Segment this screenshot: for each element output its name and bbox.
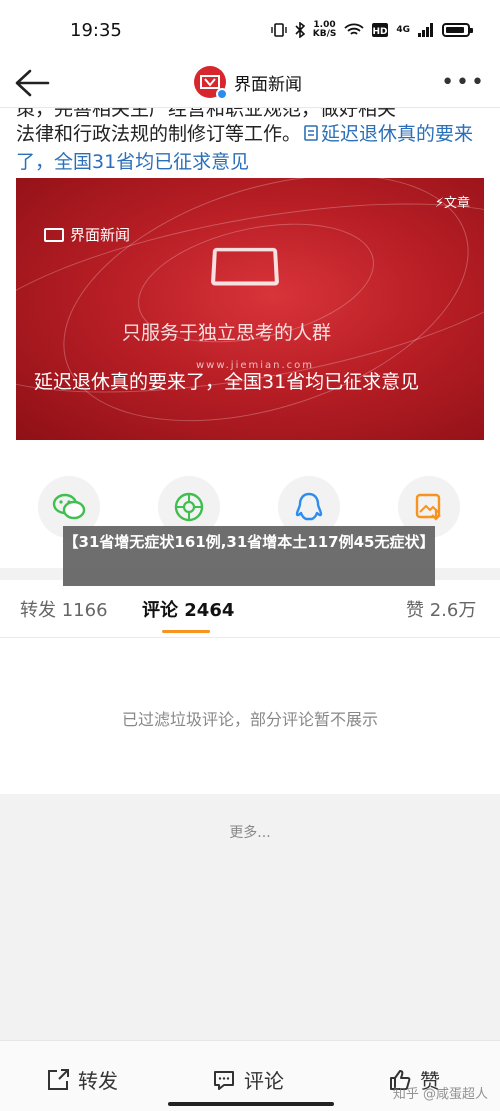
clock: 19:35 — [70, 20, 122, 41]
back-arrow-icon — [15, 69, 50, 97]
active-tab-indicator — [162, 630, 210, 633]
article-tag: ⚡文章 — [435, 192, 470, 211]
interaction-tabs: 转发 1166 评论 2464 赞 2.6万 — [0, 580, 500, 638]
qq-icon — [295, 492, 323, 521]
paragraph-text: 法律和行政法规的制修订等工作。 — [16, 123, 302, 145]
battery-icon — [442, 23, 473, 37]
tab-comment[interactable]: 评论 2464 — [142, 596, 234, 622]
article-body: 策，完善相关生产经营和职业规范，做好相关 法律和行政法规的制修订等工作。 延迟退休… — [0, 108, 500, 568]
card-slogan: 只服务于独立思考的人群 — [122, 322, 332, 344]
verified-badge-icon — [216, 88, 228, 100]
svg-text:HD: HD — [373, 27, 388, 37]
status-bar: 19:35 1.00 KB/S HD 4G — [0, 0, 500, 58]
repost-button[interactable]: 转发 — [46, 1065, 118, 1094]
network-type: 4G — [396, 25, 410, 35]
speed-unit: KB/S — [312, 29, 337, 39]
more-options-icon[interactable]: ••• — [441, 70, 486, 95]
account-avatar[interactable] — [194, 66, 228, 100]
article-tag-label: 文章 — [443, 196, 470, 211]
account-header[interactable]: 界面新闻 — [194, 66, 302, 100]
news-toast: 【31省增无症状161例,31省增本土117例45无症状】 — [63, 526, 435, 586]
home-indicator[interactable] — [168, 1102, 334, 1106]
article-link-icon — [304, 125, 318, 141]
filtered-comments-notice: 已过滤垃圾评论，部分评论暂不展示 — [121, 710, 378, 729]
comment-label: 评论 — [244, 1069, 284, 1093]
signal-icon — [418, 23, 433, 37]
hd-icon: HD — [372, 23, 389, 37]
center-logo-icon — [210, 247, 280, 286]
system-icons: 1.00 KB/S HD 4G — [271, 21, 473, 39]
vibrate-icon — [271, 23, 287, 37]
card-brand: 界面新闻 — [44, 224, 130, 245]
tab-repost[interactable]: 转发 1166 — [20, 596, 108, 622]
account-name: 界面新闻 — [234, 74, 302, 95]
comments-panel: 已过滤垃圾评论，部分评论暂不展示 — [0, 638, 500, 794]
article-card[interactable]: ⚡文章 界面新闻 只服务于独立思考的人群 www.jiemian.com 延迟退… — [16, 178, 484, 440]
comment-icon — [214, 1070, 234, 1090]
back-button[interactable] — [12, 66, 52, 100]
nav-bar: 界面新闻 ••• — [0, 58, 500, 108]
network-speed: 1.00 KB/S — [313, 21, 337, 39]
jiemian-logo-icon — [200, 75, 220, 89]
repost-icon — [48, 1068, 69, 1090]
wifi-icon — [344, 23, 364, 35]
moments-icon — [174, 492, 204, 522]
card-brand-name: 界面新闻 — [70, 226, 131, 244]
wechat-icon — [52, 493, 86, 520]
tab-like[interactable]: 赞 2.6万 — [406, 596, 476, 622]
more-link[interactable]: 更多... — [0, 822, 500, 842]
bluetooth-icon — [295, 22, 305, 38]
article-paragraph: 法律和行政法规的制修订等工作。 延迟退休真的要来了，全国31省均已征求意见 — [16, 120, 486, 176]
watermark: 知乎 @咸蛋超人 — [392, 1087, 488, 1102]
card-caption: 延迟退休真的要来了，全国31省均已征求意见 — [34, 371, 420, 393]
comment-button[interactable]: 评论 — [212, 1065, 284, 1094]
repost-label: 转发 — [78, 1069, 118, 1093]
brand-logo-icon — [44, 227, 64, 242]
lightning-icon: ⚡ — [434, 196, 444, 211]
save-image-icon — [415, 493, 441, 521]
